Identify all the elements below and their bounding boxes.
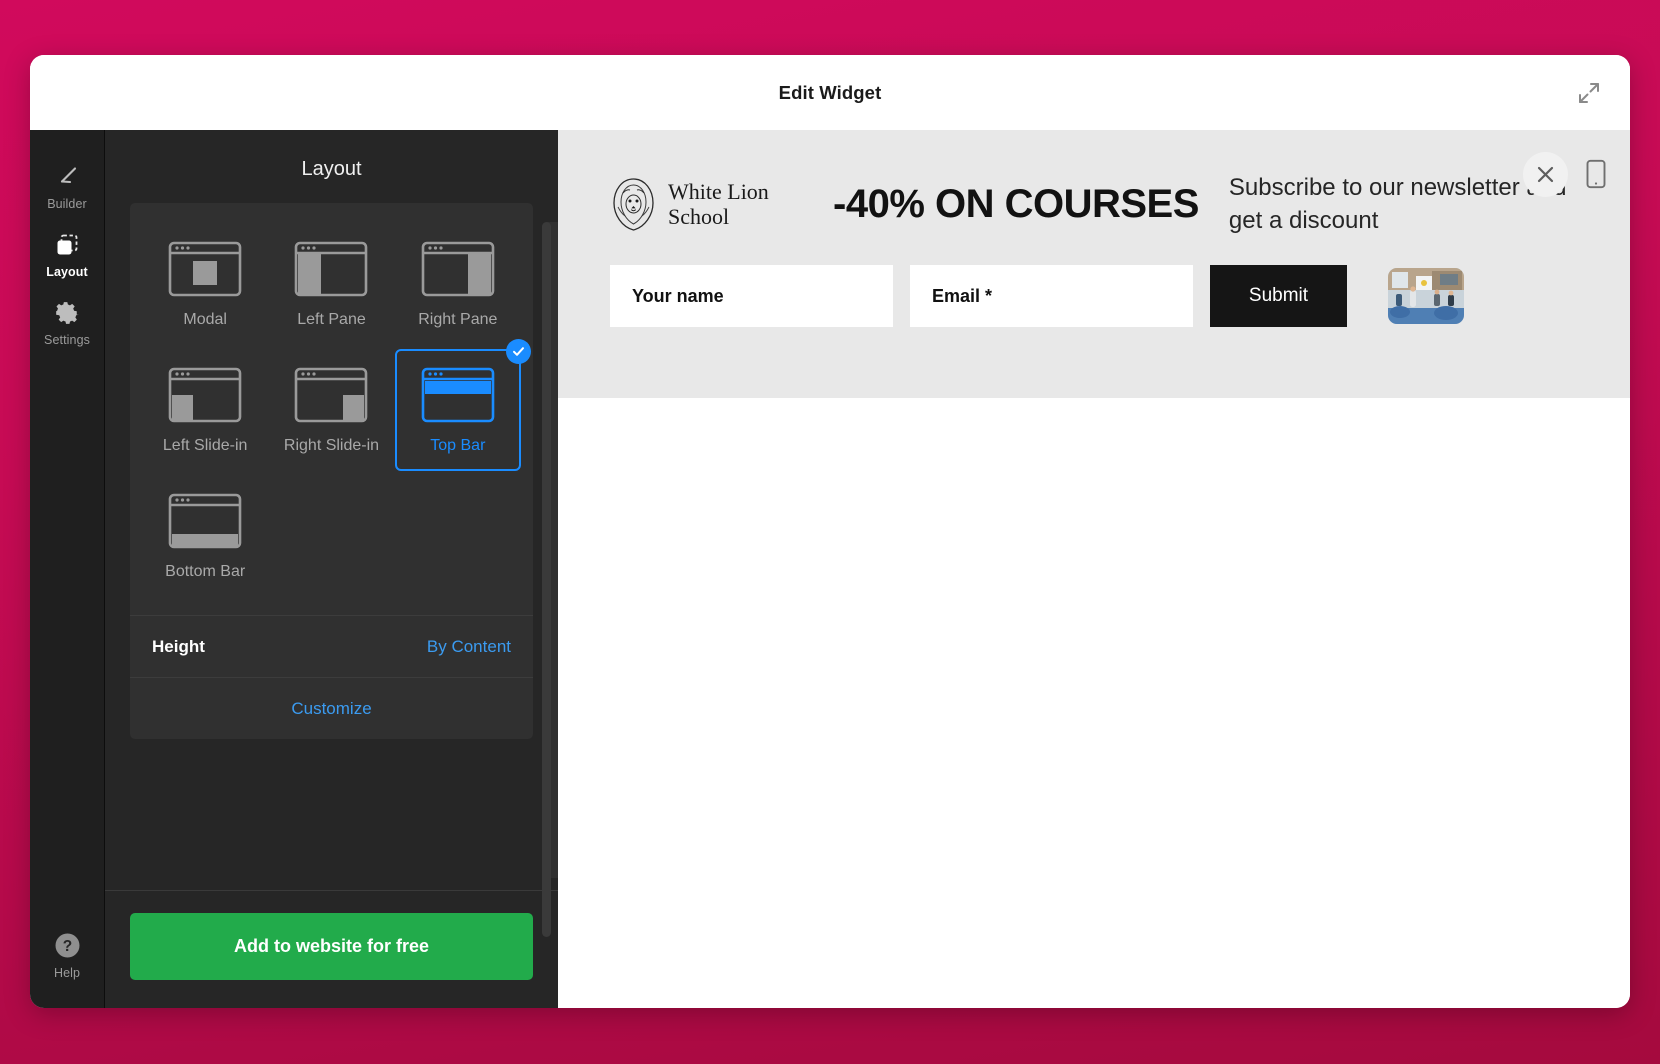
sidebar-item-label: Builder bbox=[47, 197, 87, 211]
question-mark-icon: ? bbox=[54, 932, 81, 959]
layout-settings-panel: Layout Modal Left Pane Right Pane Left S… bbox=[105, 130, 558, 1008]
brand-name: White Lion School bbox=[668, 179, 769, 229]
sidebar-item-label: Help bbox=[53, 966, 81, 980]
page-title: Edit Widget bbox=[778, 81, 882, 103]
height-setting-row[interactable]: Height By Content bbox=[130, 615, 533, 677]
right-slide-in-layout-thumbnail bbox=[295, 367, 368, 423]
customize-link[interactable]: Customize bbox=[291, 699, 371, 719]
subscribe-form: Your name Email * Submit bbox=[610, 265, 1578, 328]
height-label: Height bbox=[152, 636, 205, 656]
layout-option-modal[interactable]: Modal bbox=[142, 223, 268, 345]
layout-option-label: Modal bbox=[183, 311, 227, 328]
widget-content: White Lion School -40% ON COURSES Subscr… bbox=[558, 172, 1630, 328]
svg-text:?: ? bbox=[62, 938, 71, 955]
window-body: Builder Layout Settings ? Help Layout Mo… bbox=[30, 130, 1630, 1008]
classroom-photo bbox=[1388, 268, 1464, 325]
layout-options-grid: Modal Left Pane Right Pane Left Slide-in… bbox=[130, 203, 533, 615]
layout-options-card: Modal Left Pane Right Pane Left Slide-in… bbox=[130, 203, 533, 739]
layout-option-left-pane[interactable]: Left Pane bbox=[268, 223, 394, 345]
close-icon[interactable] bbox=[1523, 152, 1568, 197]
layout-option-bottom-bar[interactable]: Bottom Bar bbox=[142, 475, 268, 597]
customize-row[interactable]: Customize bbox=[130, 677, 533, 739]
layout-option-label: Left Pane bbox=[297, 311, 366, 328]
widget-top-bar: White Lion School -40% ON COURSES Subscr… bbox=[558, 130, 1630, 398]
left-slide-in-layout-thumbnail bbox=[168, 367, 242, 423]
panel-title: Layout bbox=[301, 158, 362, 180]
layout-icon bbox=[54, 231, 81, 258]
brand-lockup: White Lion School bbox=[610, 177, 815, 232]
layout-option-top-bar[interactable]: Top Bar bbox=[394, 339, 531, 471]
modal-layout-thumbnail bbox=[168, 241, 242, 297]
gear-icon bbox=[54, 299, 81, 326]
widget-preview-area: White Lion School -40% ON COURSES Subscr… bbox=[558, 130, 1630, 1008]
layout-option-label: Right Pane bbox=[418, 311, 498, 328]
bottom-bar-layout-thumbnail bbox=[168, 493, 242, 549]
mobile-phone-icon[interactable] bbox=[1579, 157, 1613, 191]
top-bar-layout-thumbnail bbox=[421, 367, 495, 423]
window-titlebar: Edit Widget bbox=[30, 55, 1630, 130]
submit-button[interactable]: Submit bbox=[1210, 265, 1347, 328]
sidebar-item-label: Layout bbox=[46, 265, 88, 279]
sidebar-item-help[interactable]: ? Help bbox=[30, 921, 105, 1008]
brand-line-2: School bbox=[668, 203, 730, 229]
pencil-icon bbox=[54, 163, 81, 190]
add-to-website-button[interactable]: Add to website for free bbox=[130, 913, 533, 980]
layout-option-right-pane[interactable]: Right Pane bbox=[395, 223, 521, 345]
panel-footer: Add to website for free bbox=[105, 890, 558, 1008]
lion-head-logo-icon bbox=[613, 178, 654, 231]
left-pane-layout-thumbnail bbox=[295, 241, 368, 297]
sidebar-item-label: Settings bbox=[44, 333, 90, 347]
right-pane-layout-thumbnail bbox=[421, 241, 495, 297]
selected-check-icon bbox=[506, 339, 531, 364]
sidebar-item-settings[interactable]: Settings bbox=[30, 288, 105, 356]
layout-option-label: Bottom Bar bbox=[165, 563, 246, 580]
panel-scroll-area: Modal Left Pane Right Pane Left Slide-in… bbox=[105, 203, 558, 890]
sidebar-item-layout[interactable]: Layout bbox=[30, 220, 105, 288]
brand-line-1: White Lion bbox=[668, 179, 769, 204]
icon-rail: Builder Layout Settings ? Help bbox=[30, 130, 105, 1008]
promo-headline: -40% ON COURSES bbox=[833, 182, 1199, 227]
classroom-photo-thumbnail[interactable] bbox=[1388, 268, 1464, 325]
height-value[interactable]: By Content bbox=[427, 637, 511, 657]
layout-option-left-slide-in[interactable]: Left Slide-in bbox=[142, 349, 268, 471]
layout-option-label: Left Slide-in bbox=[162, 437, 248, 454]
layout-option-label: Top Bar bbox=[430, 437, 486, 454]
layout-option-label: Right Slide-in bbox=[283, 437, 380, 454]
layout-option-right-slide-in[interactable]: Right Slide-in bbox=[268, 349, 394, 471]
edit-widget-window: Edit Widget Builder Layout Settings ? He… bbox=[30, 55, 1630, 1008]
widget-header-row: White Lion School -40% ON COURSES Subscr… bbox=[610, 172, 1578, 237]
sidebar-item-builder[interactable]: Builder bbox=[30, 152, 105, 220]
email-input[interactable]: Email * bbox=[910, 265, 1193, 328]
your-name-input[interactable]: Your name bbox=[610, 265, 893, 328]
expand-arrows-icon[interactable] bbox=[1570, 74, 1608, 112]
